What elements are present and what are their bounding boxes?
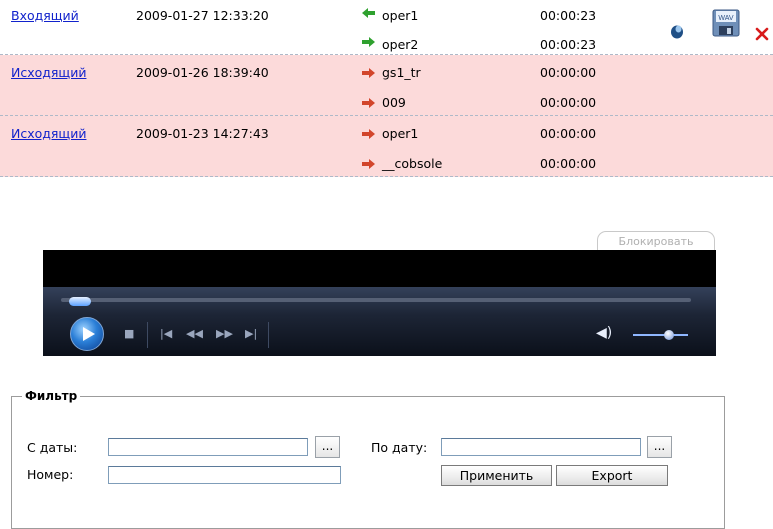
export-button[interactable]: Export xyxy=(556,465,668,486)
call-party: oper1 xyxy=(382,126,419,141)
player-controls-bar xyxy=(43,287,716,356)
call-duration: 00:00:00 xyxy=(540,95,597,110)
media-player: ■ |◀ ◀◀ ▶▶ ▶| ◀) xyxy=(43,250,716,356)
separator xyxy=(147,322,148,348)
volume-thumb[interactable] xyxy=(664,330,674,340)
rewind-icon[interactable]: ◀◀ xyxy=(186,328,203,340)
apply-button[interactable]: Применить xyxy=(441,465,552,486)
call-row: Исходящий 2009-01-23 14:27:43 oper1 00:00:0… xyxy=(0,116,773,177)
separator xyxy=(268,322,269,348)
call-duration: 00:00:00 xyxy=(540,126,597,141)
calls-table: Входящий 2009-01-27 12:33:20 oper1 00:00:23… xyxy=(0,0,773,177)
from-date-picker-button[interactable]: ... xyxy=(315,436,340,458)
call-row: Входящий 2009-01-27 12:33:20 oper1 00:00:23… xyxy=(0,0,773,55)
call-row: Исходящий 2009-01-26 18:39:40 gs1_tr 00:00:… xyxy=(0,55,773,116)
outgoing-arrow-icon xyxy=(362,129,375,139)
outgoing-arrow-icon xyxy=(362,159,375,169)
previous-icon[interactable]: |◀ xyxy=(160,328,172,340)
filter-panel: Фильтр xyxy=(11,389,725,529)
stop-button[interactable]: ■ xyxy=(124,328,134,340)
seek-bar[interactable] xyxy=(61,298,691,302)
call-duration: 00:00:00 xyxy=(540,65,597,80)
call-party: __cobsole xyxy=(382,156,443,171)
call-type-link[interactable]: Исходящий xyxy=(11,65,86,81)
number-label: Номер: xyxy=(27,467,74,482)
incoming-arrow-icon xyxy=(362,8,375,18)
call-party: oper2 xyxy=(382,37,419,52)
to-date-input[interactable] xyxy=(441,438,641,456)
incoming-arrow-icon xyxy=(362,37,375,47)
volume-icon[interactable]: ◀) xyxy=(596,325,612,341)
call-type-link[interactable]: Входящий xyxy=(11,8,79,24)
wav-save-icon[interactable]: WAV xyxy=(711,8,741,38)
call-duration: 00:00:00 xyxy=(540,156,597,171)
call-duration: 00:00:23 xyxy=(540,37,597,52)
video-screen xyxy=(43,250,716,287)
from-date-label: С даты: xyxy=(27,440,78,455)
call-party: 009 xyxy=(382,95,406,110)
from-date-input[interactable] xyxy=(108,438,308,456)
call-datetime: 2009-01-27 12:33:20 xyxy=(136,8,269,23)
outgoing-arrow-icon xyxy=(362,68,375,78)
wav-label: WAV xyxy=(718,15,733,22)
volume-slider[interactable] xyxy=(633,334,688,336)
number-input[interactable] xyxy=(108,466,341,484)
filter-legend: Фильтр xyxy=(25,389,78,403)
player-icon[interactable] xyxy=(669,23,685,39)
call-party: gs1_tr xyxy=(382,65,421,80)
to-date-label: По дату: xyxy=(371,440,428,455)
block-button[interactable]: Блокировать xyxy=(597,231,715,251)
call-party: oper1 xyxy=(382,8,419,23)
seek-thumb[interactable] xyxy=(69,297,91,306)
next-icon[interactable]: ▶| xyxy=(245,328,257,340)
play-icon xyxy=(83,327,95,341)
call-datetime: 2009-01-26 18:39:40 xyxy=(136,65,269,80)
play-button[interactable] xyxy=(70,317,104,351)
call-datetime: 2009-01-23 14:27:43 xyxy=(136,126,269,141)
delete-x-icon[interactable] xyxy=(755,27,769,41)
to-date-picker-button[interactable]: ... xyxy=(647,436,672,458)
fast-forward-icon[interactable]: ▶▶ xyxy=(216,328,233,340)
call-duration: 00:00:23 xyxy=(540,8,597,23)
outgoing-arrow-icon xyxy=(362,98,375,108)
call-type-link[interactable]: Исходящий xyxy=(11,126,86,142)
